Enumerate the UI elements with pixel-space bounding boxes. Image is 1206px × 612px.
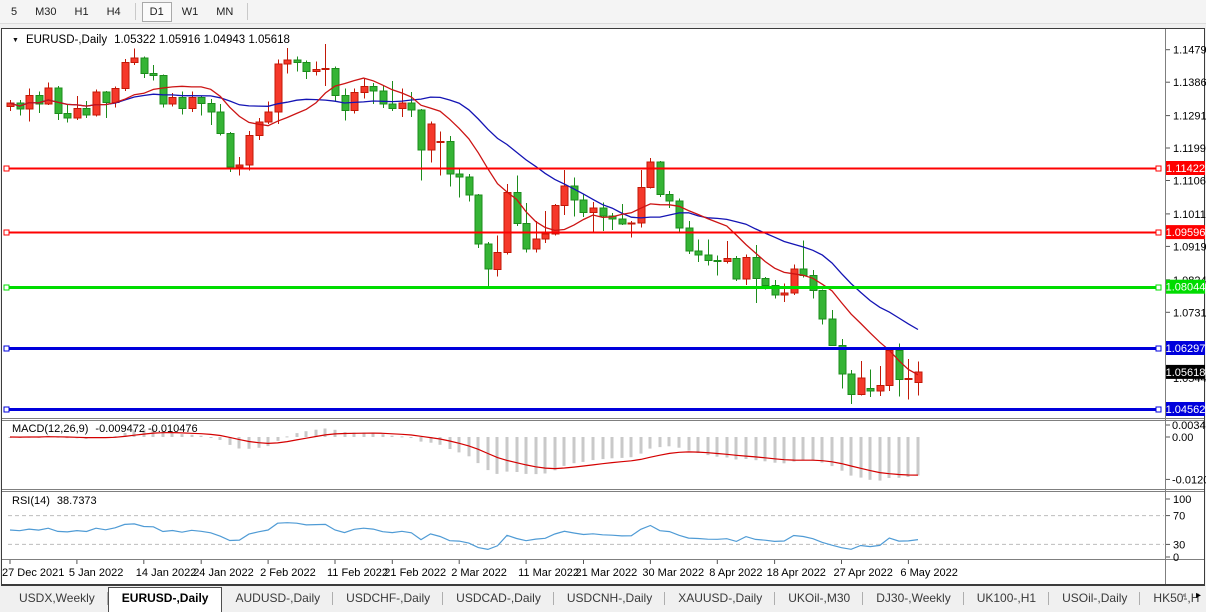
chart-tab-xauusd-daily[interactable]: XAUUSD-,Daily xyxy=(665,587,775,612)
date-label: 5 Jan 2022 xyxy=(69,567,123,579)
price-tick-label: 1.14790 xyxy=(1173,45,1206,57)
price-tick-label: 1.12915 xyxy=(1173,111,1206,123)
chart-symbol-label: EURUSD-,Daily xyxy=(26,34,107,46)
chart-tab-uk100-h1[interactable]: UK100-,H1 xyxy=(964,587,1049,612)
rsi-name: RSI(14) xyxy=(12,495,50,507)
hline-handle-left[interactable] xyxy=(4,285,9,290)
rsi-tick-label: 0 xyxy=(1173,552,1179,564)
price-tick-label: 1.11990 xyxy=(1173,143,1206,155)
svg-text:1.04562: 1.04562 xyxy=(1166,404,1206,416)
date-label: 2 Feb 2022 xyxy=(260,567,316,579)
date-label: 21 Mar 2022 xyxy=(576,567,638,579)
svg-text:1.05618: 1.05618 xyxy=(1166,367,1206,379)
chart-tab-audusd-daily[interactable]: AUDUSD-,Daily xyxy=(222,587,333,612)
chart-tab-eurusd-daily[interactable]: EURUSD-,Daily xyxy=(108,587,223,612)
chart-tab-usdx-weekly[interactable]: USDX,Weekly xyxy=(6,587,108,612)
date-label: 21 Feb 2022 xyxy=(384,567,446,579)
date-label: 8 Apr 2022 xyxy=(709,567,762,579)
hline-handle-left[interactable] xyxy=(4,166,9,171)
date-label: 27 Dec 2021 xyxy=(2,567,64,579)
svg-text:1.09596: 1.09596 xyxy=(1166,227,1206,239)
date-label: 6 May 2022 xyxy=(900,567,957,579)
chart-tab-usdcad-daily[interactable]: USDCAD-,Daily xyxy=(443,587,554,612)
svg-text:1.11422: 1.11422 xyxy=(1166,163,1205,175)
chart-tab-usdchf-daily[interactable]: USDCHF-,Daily xyxy=(333,587,443,612)
macd-tick-label: 0.003408 xyxy=(1172,420,1206,432)
date-label: 27 Apr 2022 xyxy=(834,567,893,579)
tab-scroll-right-icon[interactable]: ▸ xyxy=(1192,590,1205,601)
hline-handle-right[interactable] xyxy=(1156,166,1161,171)
trading-app-window: 5M30H1H4D1W1MN 1.147901.138651.129151.11… xyxy=(0,0,1206,612)
price-tick-label: 1.10115 xyxy=(1173,209,1206,221)
date-label: 18 Apr 2022 xyxy=(767,567,826,579)
chart-canvas[interactable]: 1.14790 1.13865 1.12915 1.11990 1.11065 1.101… xyxy=(0,0,1206,612)
macd-tick-label: -0.01205 xyxy=(1172,474,1206,486)
rsi-tick-label: 30 xyxy=(1173,539,1185,551)
date-label: 30 Mar 2022 xyxy=(642,567,704,579)
hline-handle-right[interactable] xyxy=(1156,407,1161,412)
chart-tab-usoil-daily[interactable]: USOil-,Daily xyxy=(1049,587,1140,612)
date-label: 11 Feb 2022 xyxy=(327,567,388,579)
chart-tab-bar: USDX,WeeklyEURUSD-,DailyAUDUSD-,DailyUSD… xyxy=(0,587,1206,612)
price-tick-label: 1.09190 xyxy=(1173,241,1206,253)
chart-dropdown-icon[interactable]: ▼ xyxy=(12,37,19,46)
rsi-tick-label: 70 xyxy=(1173,511,1185,523)
macd-name: MACD(12,26,9) xyxy=(12,423,88,435)
price-tick-label: 1.13865 xyxy=(1173,77,1206,89)
macd-indicator-label: MACD(12,26,9) -0.009472 -0.010476 xyxy=(12,423,198,435)
svg-text:1.08044: 1.08044 xyxy=(1166,282,1206,294)
price-tick-label: 1.11065 xyxy=(1173,176,1206,188)
hline-handle-left[interactable] xyxy=(4,346,9,351)
chart-ohlc-values: 1.05322 1.05916 1.04943 1.05618 xyxy=(114,34,290,46)
rsi-indicator-label: RSI(14) 38.7373 xyxy=(12,495,97,507)
date-label: 11 Mar 2022 xyxy=(518,567,579,579)
macd-tick-label: 0.00 xyxy=(1172,432,1193,444)
hline-handle-right[interactable] xyxy=(1156,230,1161,235)
chart-tab-ukoil-m30[interactable]: UKOil-,M30 xyxy=(775,587,863,612)
date-label: 14 Jan 2022 xyxy=(136,567,197,579)
chart-tab-usdcnh-daily[interactable]: USDCNH-,Daily xyxy=(554,587,665,612)
hline-handle-right[interactable] xyxy=(1156,346,1161,351)
chart-tab-dj30-weekly[interactable]: DJ30-,Weekly xyxy=(863,587,963,612)
macd-values: -0.009472 -0.010476 xyxy=(95,423,197,435)
rsi-tick-label: 100 xyxy=(1173,494,1191,506)
chart-title: ▼ EURUSD-,Daily 1.05322 1.05916 1.04943 … xyxy=(12,34,290,46)
svg-text:1.06297: 1.06297 xyxy=(1166,343,1206,355)
date-label: 2 Mar 2022 xyxy=(451,567,507,579)
hline-handle-left[interactable] xyxy=(4,230,9,235)
tab-scroll-left-icon[interactable]: ◂ xyxy=(1177,590,1190,601)
date-label: 24 Jan 2022 xyxy=(193,567,254,579)
rsi-value: 38.7373 xyxy=(57,495,97,507)
hline-handle-left[interactable] xyxy=(4,407,9,412)
tab-scroll-arrows: ◂ ▸ xyxy=(1177,590,1205,601)
price-tick-label: 1.07315 xyxy=(1173,307,1206,319)
hline-handle-right[interactable] xyxy=(1156,285,1161,290)
